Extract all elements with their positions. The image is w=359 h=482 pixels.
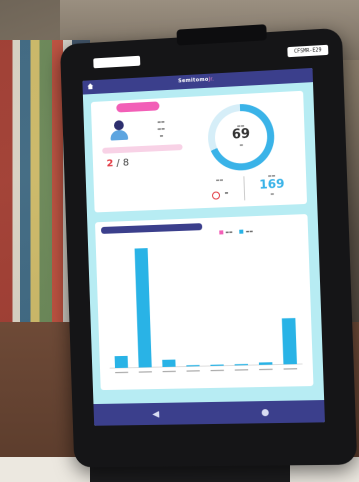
x-tick-label	[138, 371, 152, 373]
app-bar: SemitomoJr.	[82, 67, 313, 95]
x-tick-label	[259, 368, 273, 371]
chart-bar	[134, 248, 152, 368]
summary-panel: ▬▬ ▬▬ ▬ 2 / 8 ▬▬ 69 ▬ ▬▬ ▬ ▬▬ 169 ▬	[90, 90, 308, 213]
avatar-head	[113, 120, 124, 131]
profile-tag	[116, 101, 160, 113]
tablet-screen: SemitomoJr. ▬▬ ▬▬ ▬ 2 / 8 ▬▬ 69 ▬ ▬▬ ▬ ▬…	[82, 67, 325, 426]
settings-icon[interactable]	[261, 409, 269, 417]
stat-left-value: ▬	[224, 190, 229, 196]
tablet-device: CFSMR-E29 SemitomoJr. ▬▬ ▬▬ ▬ 2 / 8 ▬▬ 69	[59, 24, 358, 468]
ring-unit: ▬	[239, 142, 244, 148]
x-tick-label	[115, 371, 129, 374]
app-title-main: Semitomo	[178, 76, 209, 85]
bottom-nav	[93, 400, 325, 426]
x-tick-label	[186, 370, 200, 373]
x-tick-label	[234, 369, 249, 371]
chart-bar	[281, 318, 297, 365]
profile-info: ▬▬ ▬▬ ▬	[157, 119, 165, 139]
counter-separator: /	[116, 157, 120, 169]
status-dot-icon	[211, 190, 220, 200]
bar-chart	[100, 248, 310, 374]
x-tick-label	[162, 370, 176, 373]
stat-right-unit: ▬	[270, 191, 275, 197]
ring-center: ▬▬ 69 ▬	[214, 109, 269, 165]
avatar	[109, 120, 129, 141]
chart-bar	[162, 359, 176, 368]
legend-swatch-blue	[239, 229, 244, 234]
device-id-label: CFSMR-E29	[287, 44, 329, 58]
avatar-body	[110, 129, 129, 141]
counter-value: 2	[106, 158, 114, 170]
chart-title-bar	[100, 223, 203, 234]
status-bar	[102, 144, 183, 154]
chart-panel: ▬▬ ▬▬	[94, 214, 314, 391]
x-tick-label	[210, 368, 224, 371]
progress-ring: ▬▬ 69 ▬	[206, 102, 276, 172]
chart-bar	[258, 362, 273, 365]
app-title-accent: Jr.	[208, 76, 215, 83]
counter-total: 8	[122, 157, 130, 169]
app-title: SemitomoJr.	[82, 71, 312, 90]
counter: 2 / 8	[106, 158, 129, 170]
back-icon[interactable]	[152, 411, 159, 418]
chart-bar	[114, 355, 129, 369]
chart-legend: ▬▬ ▬▬	[213, 228, 253, 235]
legend-swatch-pink	[219, 230, 224, 235]
sticker-left	[93, 55, 141, 69]
stat-right: ▬▬ 169 ▬	[249, 172, 294, 197]
stat-divider	[243, 176, 246, 201]
stat-left: ▬▬ ▬	[199, 176, 240, 204]
stat-left-caption: ▬▬	[215, 177, 224, 183]
x-tick-label	[283, 368, 298, 370]
